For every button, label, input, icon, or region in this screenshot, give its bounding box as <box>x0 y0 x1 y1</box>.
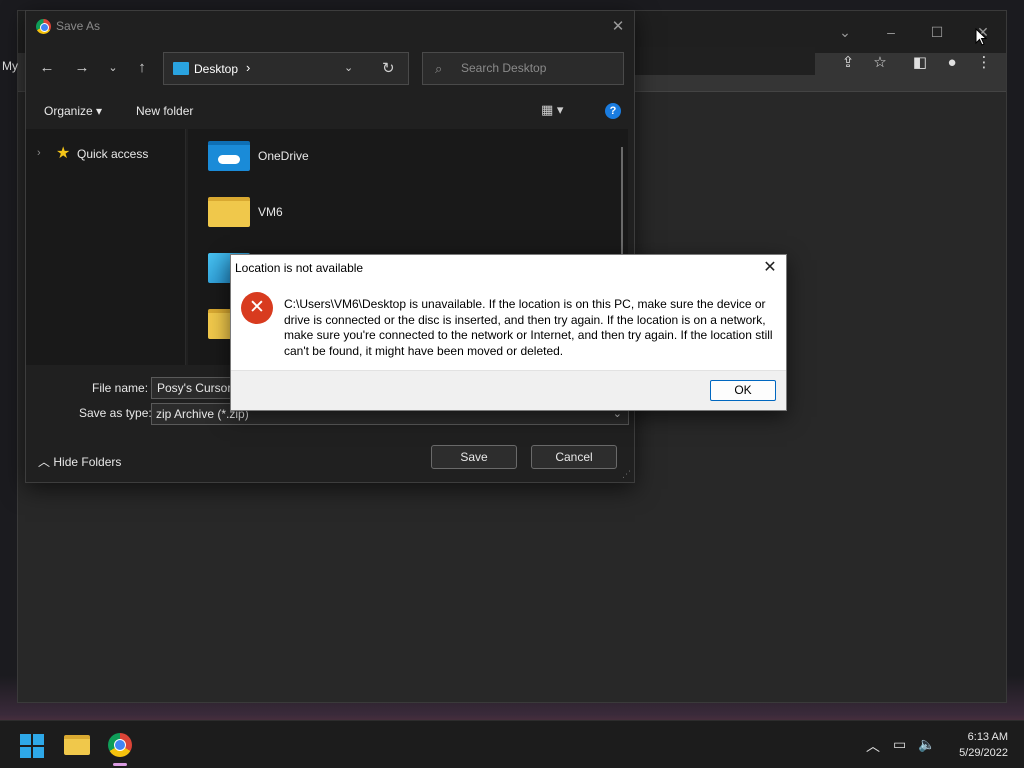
chevron-down-icon[interactable]: ⌄ <box>344 61 353 74</box>
ok-button[interactable]: OK <box>710 380 776 401</box>
chevron-up-icon: ︿ <box>38 455 51 469</box>
view-options-icon[interactable]: ▦ ▾ <box>541 102 563 118</box>
file-item[interactable]: VM6 <box>206 193 506 237</box>
nav-item-quick-access[interactable]: Quick access <box>77 147 148 161</box>
save-as-close-button[interactable]: ✕ <box>608 17 628 37</box>
new-folder-button[interactable]: New folder <box>136 104 193 118</box>
chevron-right-icon[interactable]: › <box>246 60 250 75</box>
maximize-button[interactable]: ☐ <box>926 21 948 43</box>
desktop-icon <box>173 62 189 75</box>
error-dialog-footer: OK <box>231 370 786 410</box>
side-panel-icon[interactable]: ◧ <box>910 53 930 73</box>
chevron-right-icon[interactable]: › <box>37 147 41 159</box>
resize-grip-icon[interactable]: ⋰ <box>622 469 631 480</box>
star-icon: ★ <box>56 145 71 162</box>
forward-arrow-icon[interactable]: → <box>71 57 93 79</box>
save-button[interactable]: Save <box>431 445 517 469</box>
save-as-type-label: Save as type: <box>79 406 152 420</box>
navigation-pane: › ★ Quick access <box>26 129 186 365</box>
error-icon: ✕ <box>241 292 273 324</box>
clock-time[interactable]: 6:13 AM <box>958 731 1008 743</box>
volume-icon[interactable]: 🔈 <box>918 736 935 753</box>
active-app-indicator <box>113 763 127 766</box>
bookmark-text[interactable]: My <box>2 59 18 73</box>
hide-folders-button[interactable]: ︿ Hide Folders <box>38 453 121 470</box>
tab-search-icon[interactable]: ⌄ <box>834 21 856 43</box>
taskbar: ︿ ▭ 🔈 6:13 AM 5/29/2022 <box>0 720 1024 768</box>
up-arrow-icon[interactable]: ↑ <box>131 57 153 79</box>
save-as-dialog: Save As ✕ ← → ⌄ ↑ Desktop › ⌄ ↻ ⌕ Organi… <box>25 10 635 483</box>
address-location[interactable]: Desktop <box>194 62 238 76</box>
refresh-icon[interactable]: ↻ <box>382 59 395 77</box>
search-icon: ⌕ <box>435 61 443 76</box>
clock-date[interactable]: 5/29/2022 <box>938 747 1008 759</box>
file-name-label: File name: <box>92 381 149 395</box>
search-box[interactable]: ⌕ <box>422 52 624 85</box>
chevron-up-icon[interactable]: ︿ <box>866 736 880 756</box>
profile-icon[interactable]: ● <box>942 53 962 73</box>
recent-locations-chevron-icon[interactable]: ⌄ <box>102 57 124 79</box>
mouse-cursor-icon <box>975 28 987 46</box>
menu-kebab-icon[interactable]: ⋮ <box>974 53 994 73</box>
scrollbar[interactable] <box>621 147 623 257</box>
folder-icon <box>208 197 250 227</box>
windows-start-icon[interactable] <box>20 734 44 758</box>
back-arrow-icon[interactable]: ← <box>36 57 58 79</box>
error-dialog-title: Location is not available <box>235 261 364 275</box>
chrome-icon <box>36 19 51 34</box>
help-icon[interactable]: ? <box>605 103 621 119</box>
onedrive-folder-icon <box>208 141 250 171</box>
save-as-titlebar: Save As ✕ <box>26 11 634 43</box>
file-explorer-icon[interactable] <box>64 735 90 755</box>
error-dialog: Location is not available ✕ ✕ C:\Users\V… <box>230 254 787 411</box>
address-bar[interactable]: Desktop › ⌄ ↻ <box>163 52 409 85</box>
file-item-label: OneDrive <box>258 149 309 163</box>
save-as-title: Save As <box>56 19 101 33</box>
cancel-button[interactable]: Cancel <box>531 445 617 469</box>
network-icon[interactable]: ▭ <box>893 736 906 753</box>
file-item[interactable]: OneDrive <box>206 137 506 181</box>
search-input[interactable] <box>461 61 616 75</box>
minimize-button[interactable]: – <box>880 21 902 43</box>
hide-folders-label: Hide Folders <box>53 455 122 469</box>
bookmark-star-icon[interactable]: ☆ <box>870 53 890 73</box>
error-close-button[interactable]: ✕ <box>760 258 780 278</box>
share-icon[interactable]: ⇪ <box>838 53 858 73</box>
error-message: C:\Users\VM6\Desktop is unavailable. If … <box>284 297 773 358</box>
omnibox[interactable] <box>610 47 815 75</box>
file-item-label: VM6 <box>258 205 283 219</box>
chrome-taskbar-icon[interactable] <box>108 733 132 757</box>
organize-button[interactable]: Organize ▾ <box>44 104 102 118</box>
